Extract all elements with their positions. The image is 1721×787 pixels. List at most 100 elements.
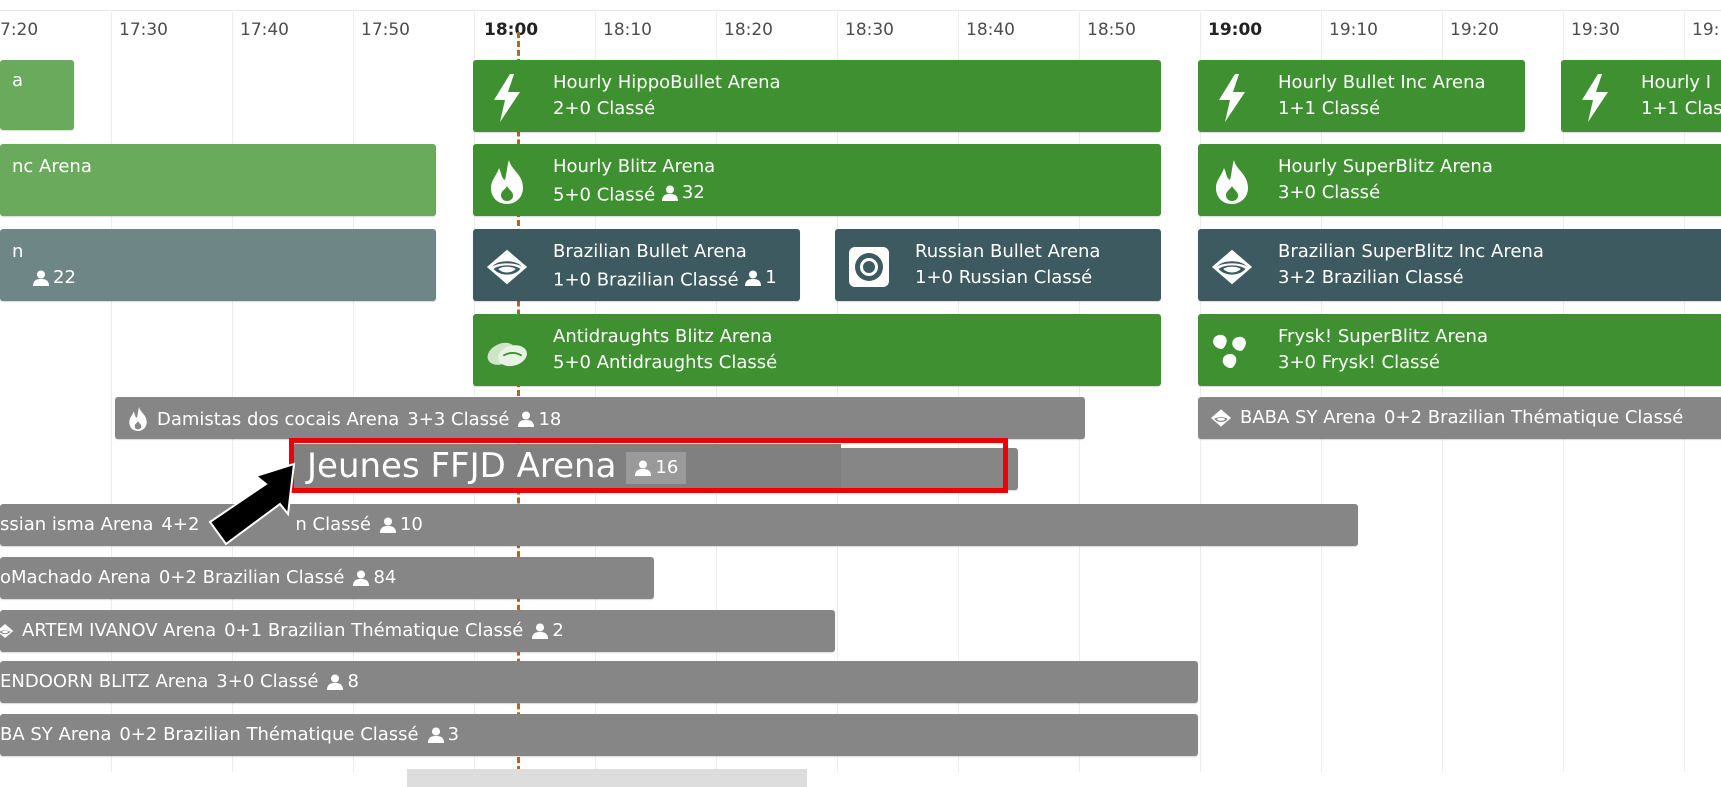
time-tick: 17:40 (240, 20, 289, 40)
player-count-value: 3 (447, 724, 460, 745)
lightning-icon (1210, 74, 1254, 122)
tournament-line: BA SY Arena 0+2 Brazilian Thématique Cla… (0, 724, 459, 745)
tournament-bar[interactable]: Hourly HippoBullet Arena 2+0 Classé (473, 60, 1161, 132)
tournament-timeline: 7:20 17:30 17:40 17:50 18:00 18:10 18:20… (0, 0, 1721, 787)
tournament-name: nc Arena (12, 156, 92, 177)
time-tick: 7:20 (0, 20, 39, 40)
person-icon (661, 185, 678, 201)
tournament-info: 3+0 Classé (1278, 182, 1381, 203)
brazilian-eye-icon (485, 245, 529, 289)
tournament-name: Hourly HippoBullet Arena (553, 72, 781, 93)
tournament-bar[interactable]: Hourly Bullet Inc Arena 1+1 Classé (1198, 60, 1525, 132)
tournament-name: Hourly I (1641, 72, 1712, 93)
tournament-name: ENDOORN BLITZ Arena (0, 671, 209, 692)
tournament-bar[interactable]: Russian Bullet Arena 1+0 Russian Classé (835, 229, 1161, 301)
tournament-info: 1+0 Russian Classé (915, 267, 1093, 288)
tournament-bar[interactable]: Frysk! SuperBlitz Arena 3+0 Frysk! Class… (1198, 314, 1721, 386)
tournament-info: 5+0 Classé 32 (553, 182, 705, 206)
russian-target-icon (847, 245, 891, 289)
person-icon (353, 570, 370, 586)
time-tick: 17:50 (361, 20, 410, 40)
gridline (111, 12, 112, 772)
tournament-info: 1+1 Clas (1641, 98, 1721, 119)
player-count: 32 (661, 182, 705, 203)
tournament-name: Brazilian Bullet Arena (553, 241, 747, 262)
lightning-icon (485, 74, 529, 122)
player-count: 3 (427, 724, 459, 745)
tournament-info: 3+2 Brazilian Classé (1278, 267, 1464, 288)
tournament-info: 0+2 Brazilian Thématique Classé (1384, 407, 1684, 428)
tournament-bar[interactable]: ARTEM IVANOV Arena 0+1 Brazilian Thémati… (0, 610, 835, 652)
tournament-bar[interactable]: Antidraughts Blitz Arena 5+0 Antidraught… (473, 314, 1161, 386)
gridline (232, 12, 233, 772)
tournament-name: Hourly SuperBlitz Arena (1278, 156, 1493, 177)
time-tick: 19:10 (1329, 20, 1378, 40)
time-tick: 18:20 (724, 20, 773, 40)
tournament-line: ARTEM IVANOV Arena 0+1 Brazilian Thémati… (0, 620, 564, 641)
tournament-bar[interactable]: Hourly SuperBlitz Arena 3+0 Classé (1198, 144, 1721, 216)
person-icon (327, 674, 344, 690)
frysk-icon (1210, 330, 1254, 374)
player-count-value: 2 (552, 620, 564, 641)
player-count-value: 84 (373, 567, 397, 588)
tournament-info: 2+0 Classé (553, 98, 656, 119)
tournament-name: Hourly Bullet Inc Arena (1278, 72, 1486, 93)
tournament-bar[interactable]: oMachado Arena 0+2 Brazilian Classé 84 (0, 557, 654, 599)
time-tick: 18:50 (1087, 20, 1136, 40)
pointer-arrow-icon (208, 462, 296, 546)
tournament-bar[interactable]: BABA SY Arena 0+2 Brazilian Thématique C… (1198, 397, 1721, 439)
player-count-value: 22 (53, 267, 76, 288)
time-tick: 18:40 (966, 20, 1015, 40)
tournament-bar[interactable]: Damistas dos cocais Arena 3+3 Classé 18 (115, 397, 1085, 439)
person-icon (745, 270, 762, 286)
tournament-info: 3+0 Frysk! Classé (1278, 352, 1440, 373)
tournament-bar[interactable]: BA SY Arena 0+2 Brazilian Thématique Cla… (0, 714, 1198, 756)
player-count: 84 (352, 567, 396, 588)
tournament-info: 1+0 Brazilian Classé 1 (553, 267, 777, 291)
tournament-name: BABA SY Arena (1240, 407, 1377, 428)
tournament-name: ssian isma Arena (0, 514, 154, 535)
tournament-bar[interactable]: a (0, 60, 74, 130)
tournament-bar[interactable]: ssian isma Arena 4+2 n Classé 10 (0, 504, 1358, 546)
flame-icon (129, 407, 147, 431)
player-count: 8 (326, 671, 359, 692)
flame-icon (485, 160, 529, 204)
tournament-info: 4+2 (161, 514, 200, 535)
highlight-outline (289, 438, 1008, 493)
tournament-variant: 5+0 Classé (553, 184, 656, 206)
tournament-bar[interactable]: n 22 (0, 229, 436, 301)
tournament-name: Russian Bullet Arena (915, 241, 1101, 262)
player-count: 10 (379, 514, 423, 535)
lightning-icon (1573, 74, 1617, 122)
tournament-name: Frysk! SuperBlitz Arena (1278, 326, 1488, 347)
time-tick: 19:30 (1571, 20, 1620, 40)
flame-icon (1210, 160, 1254, 204)
person-icon (532, 623, 549, 639)
tournament-line: oMachado Arena 0+2 Brazilian Classé 84 (0, 567, 396, 588)
tournament-bar[interactable]: Brazilian Bullet Arena 1+0 Brazilian Cla… (473, 229, 800, 301)
horizontal-scrollbar-thumb[interactable] (407, 769, 807, 787)
tournament-name: Hourly Blitz Arena (553, 156, 716, 177)
gridline (353, 12, 354, 772)
tournament-bar[interactable]: Hourly I 1+1 Clas (1561, 60, 1721, 132)
player-count-value: 10 (399, 514, 423, 535)
time-tick: 19: (1692, 20, 1720, 40)
tournament-info: 1+1 Classé (1278, 98, 1381, 119)
person-icon (379, 517, 396, 533)
tournament-name: a (12, 70, 24, 91)
tournament-line: ENDOORN BLITZ Arena 3+0 Classé 8 (0, 671, 359, 692)
tournament-bar[interactable]: Hourly Blitz Arena 5+0 Classé 32 (473, 144, 1161, 216)
time-tick: 18:30 (845, 20, 894, 40)
tournament-bar[interactable]: ENDOORN BLITZ Arena 3+0 Classé 8 (0, 661, 1198, 703)
top-border (0, 10, 1721, 11)
tournament-bar[interactable]: Brazilian SuperBlitz Inc Arena 3+2 Brazi… (1198, 229, 1721, 301)
tournament-name: Damistas dos cocais Arena (157, 408, 400, 430)
player-count-value: 8 (347, 671, 359, 692)
tournament-variant: 1+0 Brazilian Classé (553, 269, 739, 291)
tournament-info: 22 (12, 267, 76, 291)
tournament-name: BA SY Arena (0, 724, 112, 745)
time-tick-hour: 18:00 (484, 20, 539, 40)
tournament-bar[interactable]: nc Arena (0, 144, 436, 216)
player-count-value: 18 (538, 408, 562, 430)
tournament-info: 0+2 Brazilian Classé (158, 567, 345, 588)
